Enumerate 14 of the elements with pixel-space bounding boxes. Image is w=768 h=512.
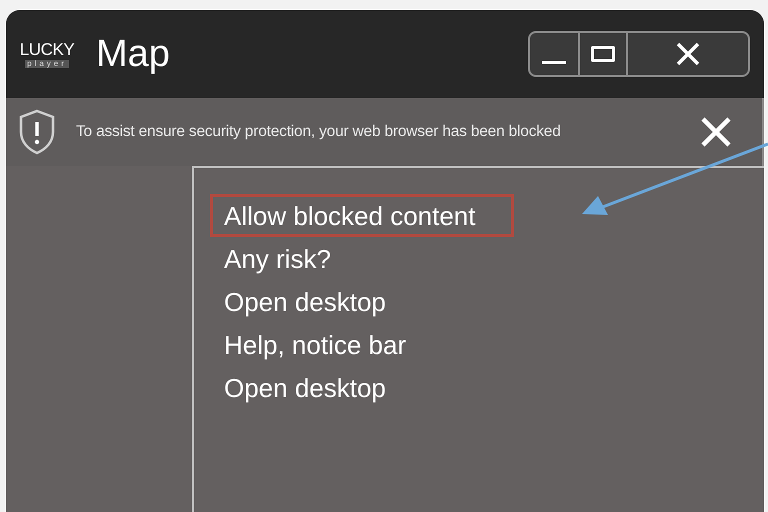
window-title: Map	[96, 35, 170, 73]
logo-name: LUCKY	[20, 40, 74, 58]
menu-item[interactable]: Help, notice bar	[210, 323, 446, 366]
notice-text: To assist ensure security protection, your web browser has been blocked	[76, 122, 561, 142]
shield-warning-icon	[18, 108, 56, 156]
menu-item[interactable]: Open desktop	[210, 366, 425, 409]
close-icon	[675, 41, 701, 67]
menu-item[interactable]: Open desktop	[210, 280, 425, 323]
menu-item[interactable]: Any risk?	[210, 237, 370, 280]
maximize-button[interactable]	[578, 33, 628, 75]
notice-close-button[interactable]	[700, 116, 732, 148]
close-icon	[700, 116, 732, 148]
logo-subtitle: player	[25, 60, 69, 68]
menu-item[interactable]: Allow blocked content	[210, 194, 514, 237]
